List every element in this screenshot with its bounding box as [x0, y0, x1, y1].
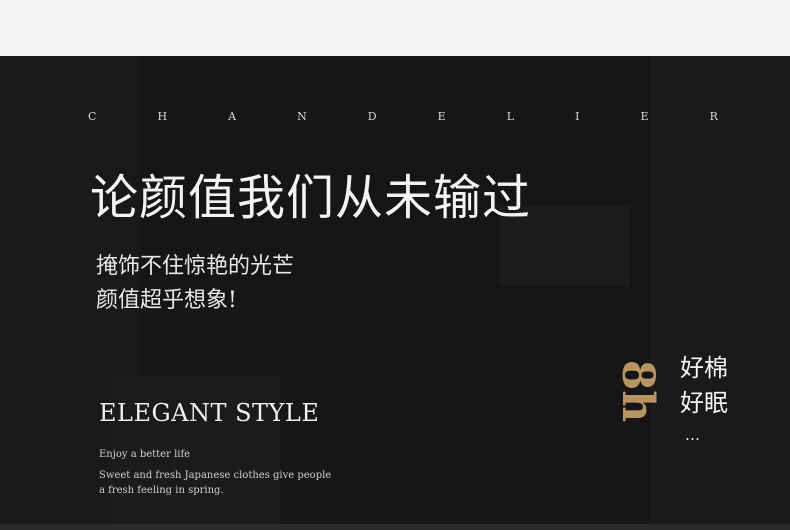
brand-letter: N — [297, 110, 307, 123]
banner: C H A N D E L I E R 论颜值我们从未输过 掩饰不住惊艳的光芒 … — [0, 56, 790, 530]
brand-letter: A — [228, 110, 237, 123]
bottom-strip — [0, 524, 790, 530]
brand-letter: E — [640, 110, 649, 123]
sleep-hours-badge: 8h — [609, 351, 665, 431]
brand-letter: R — [709, 110, 718, 123]
sleep-hours-value: 8h — [612, 359, 663, 423]
top-strip — [0, 0, 790, 56]
description-line-2: a fresh feeling in spring. — [99, 485, 224, 496]
description-line-1: Sweet and fresh Japanese clothes give pe… — [99, 470, 332, 481]
subline-1: 掩饰不住惊艳的光芒 — [96, 254, 295, 279]
brand-wordmark: C H A N D E L I E R — [88, 110, 718, 123]
brand-letter: H — [157, 110, 168, 123]
tagline: Enjoy a better life — [99, 449, 191, 460]
background-block — [650, 56, 790, 530]
brand-letter: E — [437, 110, 446, 123]
badge-line-1: 好棉 — [680, 354, 728, 382]
badge-dots: … — [685, 426, 703, 444]
subline-2: 颜值超乎想象! — [96, 288, 237, 313]
brand-letter: I — [575, 110, 580, 123]
headline: 论颜值我们从未输过 — [90, 170, 532, 226]
brand-letter: L — [506, 110, 515, 123]
brand-letter: D — [367, 110, 377, 123]
brand-letter: C — [88, 110, 97, 123]
style-title: ELEGANT STYLE — [99, 399, 320, 427]
badge-line-2: 好眠 — [680, 389, 728, 417]
